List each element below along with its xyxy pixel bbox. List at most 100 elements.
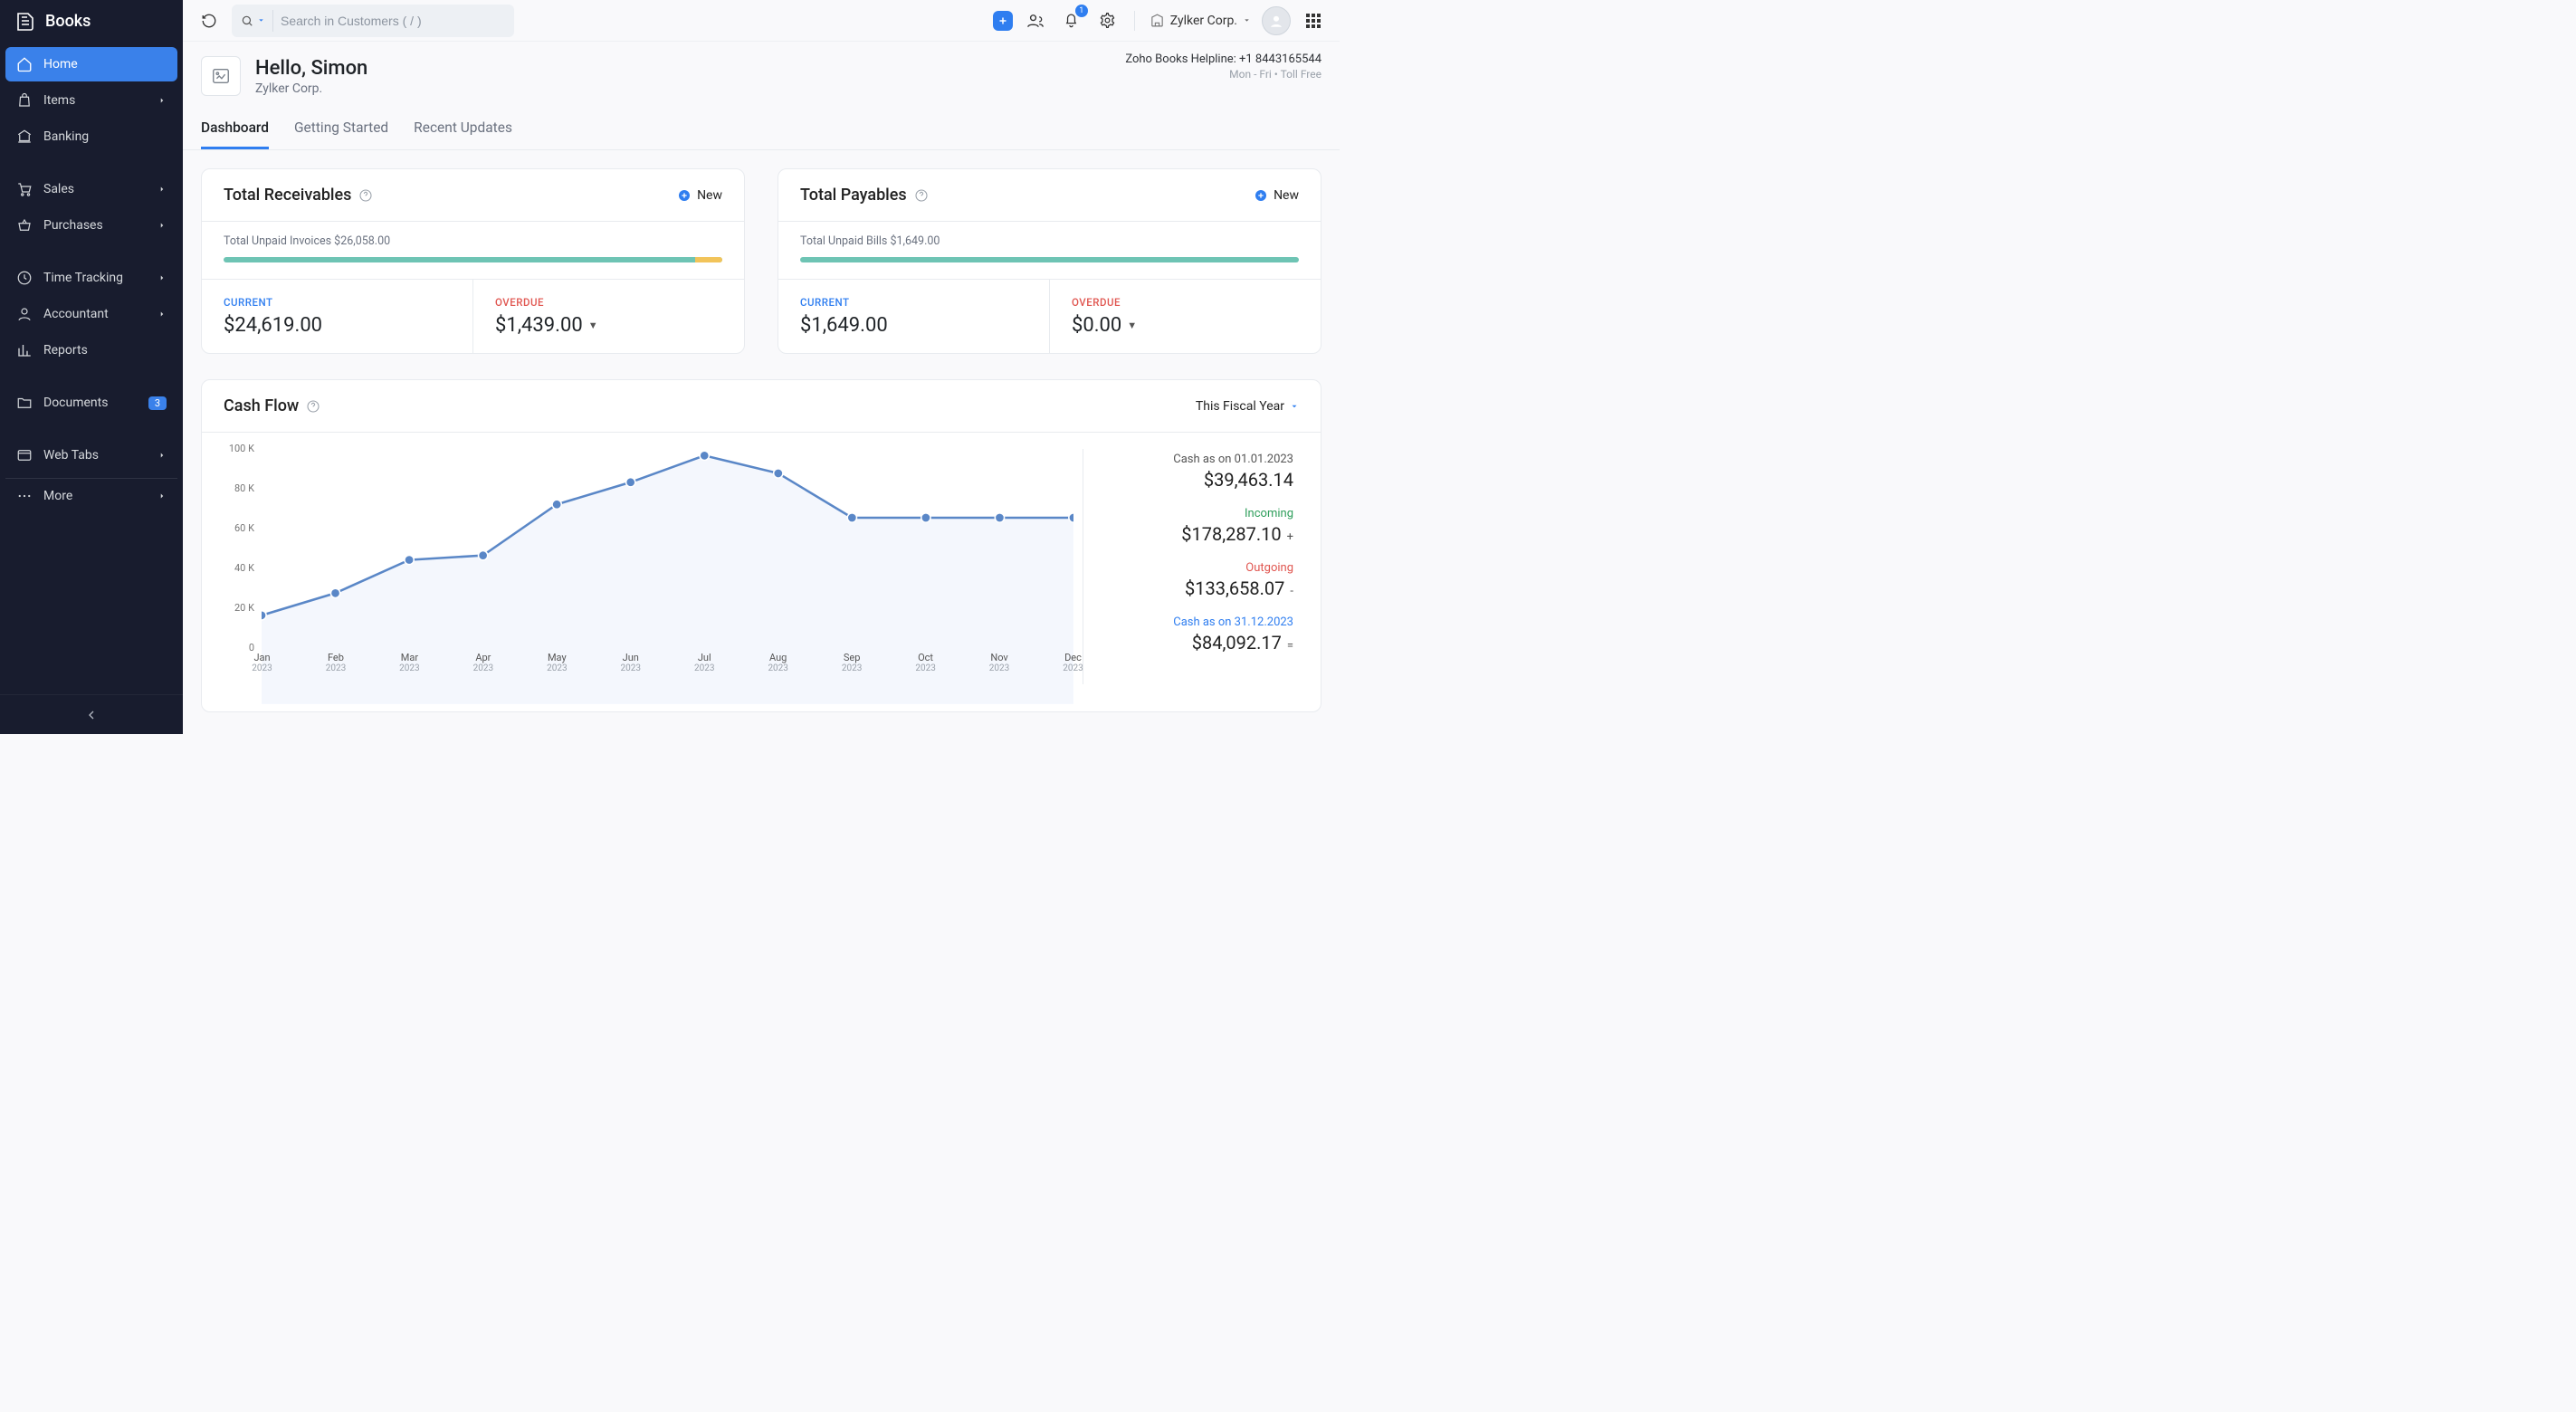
- receivables-current-value: $24,619.00: [224, 314, 451, 337]
- helpline-hours: Mon - Fri • Toll Free: [1125, 68, 1321, 81]
- chart-icon: [16, 342, 33, 358]
- payables-bar: [800, 257, 1299, 262]
- card-payables: Total Payables New Total Unpaid Bills $1…: [778, 168, 1321, 354]
- chevron-right-icon: [157, 185, 167, 194]
- search-bar[interactable]: [232, 5, 514, 37]
- help-icon[interactable]: [358, 188, 373, 203]
- greeting: Hello, Simon: [255, 57, 367, 80]
- sidebar-item-label: Web Tabs: [43, 448, 157, 463]
- clock-icon: [16, 270, 33, 286]
- sidebar-item-label: Banking: [43, 129, 167, 144]
- range-label: This Fiscal Year: [1196, 399, 1284, 414]
- sidebar-item-label: Reports: [43, 343, 167, 358]
- folder-icon: [16, 395, 33, 411]
- tab-dashboard[interactable]: Dashboard: [201, 119, 269, 149]
- current-label: CURRENT: [800, 296, 1027, 309]
- user-avatar[interactable]: [1262, 6, 1291, 35]
- card-title: Total Payables: [800, 186, 907, 205]
- cash-start-value: $39,463.14: [1100, 469, 1293, 491]
- avatar-icon: [1268, 13, 1284, 29]
- helpline: Zoho Books Helpline: +1 8443165544 Mon -…: [1125, 52, 1321, 81]
- brand[interactable]: Books: [0, 0, 183, 42]
- sidebar-item-label: Accountant: [43, 307, 157, 321]
- overdue-label: OVERDUE: [495, 296, 722, 309]
- sidebar-item-label: Purchases: [43, 218, 157, 233]
- sidebar-item-time-tracking[interactable]: Time Tracking: [5, 261, 177, 295]
- receivables-new-button[interactable]: New: [677, 188, 722, 203]
- logo-icon: [14, 10, 36, 32]
- chevron-down-icon: [1243, 16, 1251, 24]
- caret-down-icon: ▼: [1127, 320, 1137, 331]
- history-button[interactable]: [196, 7, 223, 34]
- greeting-org: Zylker Corp.: [255, 81, 367, 96]
- refer-button[interactable]: [1022, 7, 1049, 34]
- sidebar-item-sales[interactable]: Sales: [5, 172, 177, 206]
- sidebar-item-items[interactable]: Items: [5, 83, 177, 118]
- brand-name: Books: [45, 12, 91, 31]
- cart-icon: [16, 181, 33, 197]
- cash-out-label: Outgoing: [1100, 561, 1293, 575]
- search-input[interactable]: [273, 14, 514, 28]
- tab-recent-updates[interactable]: Recent Updates: [414, 119, 512, 149]
- sidebar-item-accountant[interactable]: Accountant: [5, 297, 177, 331]
- chevron-right-icon: [157, 310, 167, 319]
- apps-button[interactable]: [1300, 7, 1327, 34]
- payables-overdue-value[interactable]: $0.00▼: [1072, 314, 1299, 337]
- search-icon: [241, 14, 253, 27]
- search-scope[interactable]: [232, 10, 273, 32]
- settings-button[interactable]: [1094, 7, 1121, 34]
- building-icon: [1150, 13, 1165, 28]
- sidebar-item-more[interactable]: More: [5, 479, 177, 513]
- org-switcher[interactable]: Zylker Corp.: [1148, 9, 1253, 32]
- plus-circle-icon: [1254, 188, 1268, 203]
- notification-badge: 1: [1075, 5, 1088, 17]
- cash-out-value: $133,658.07: [1185, 577, 1284, 599]
- org-name: Zylker Corp.: [1170, 14, 1237, 28]
- sidebar-item-web-tabs[interactable]: Web Tabs: [5, 438, 177, 472]
- help-icon[interactable]: [306, 399, 320, 414]
- chevron-right-icon: [157, 451, 167, 460]
- window-icon: [16, 447, 33, 463]
- card-cash-flow: Cash Flow This Fiscal Year 100 K80 K60 K…: [201, 379, 1321, 712]
- receivables-overdue-value[interactable]: $1,439.00▼: [495, 314, 722, 337]
- quick-create-button[interactable]: [993, 11, 1013, 31]
- chevron-left-icon: [84, 708, 99, 722]
- plus-icon: [997, 15, 1008, 26]
- sidebar-item-home[interactable]: Home: [5, 47, 177, 81]
- more-icon: [16, 488, 33, 504]
- sidebar-item-label: Documents: [43, 396, 148, 410]
- sidebar-item-label: More: [43, 489, 157, 503]
- overdue-label: OVERDUE: [1072, 296, 1299, 309]
- sidebar-item-label: Home: [43, 57, 167, 72]
- chevron-right-icon: [157, 491, 167, 501]
- current-label: CURRENT: [224, 296, 451, 309]
- plus-circle-icon: [677, 188, 692, 203]
- basket-icon: [16, 217, 33, 234]
- cash-in-value: $178,287.10: [1181, 523, 1281, 545]
- bag-icon: [16, 92, 33, 109]
- apps-grid-icon: [1306, 14, 1321, 28]
- chevron-right-icon: [157, 96, 167, 105]
- receivables-bar: [224, 257, 722, 262]
- payables-new-button[interactable]: New: [1254, 188, 1299, 203]
- notifications-button[interactable]: 1: [1058, 7, 1085, 34]
- chevron-right-icon: [157, 221, 167, 230]
- documents-badge: 3: [148, 396, 167, 410]
- cash-flow-range[interactable]: This Fiscal Year: [1196, 399, 1299, 414]
- sidebar-item-label: Sales: [43, 182, 157, 196]
- cash-in-label: Incoming: [1100, 507, 1293, 520]
- help-icon[interactable]: [914, 188, 929, 203]
- org-logo-placeholder[interactable]: [201, 56, 241, 96]
- caret-down-icon: ▼: [588, 320, 598, 331]
- sidebar-item-reports[interactable]: Reports: [5, 333, 177, 367]
- sidebar-item-banking[interactable]: Banking: [5, 119, 177, 154]
- tab-getting-started[interactable]: Getting Started: [294, 119, 388, 149]
- chevron-down-icon: [257, 16, 265, 24]
- cash-end-value: $84,092.17: [1192, 632, 1282, 654]
- history-icon: [201, 13, 217, 29]
- helpline-text: Zoho Books Helpline: +1 8443165544: [1125, 52, 1321, 66]
- gear-icon: [1099, 12, 1116, 29]
- sidebar-item-purchases[interactable]: Purchases: [5, 208, 177, 243]
- sidebar-collapse[interactable]: [0, 694, 183, 734]
- sidebar-item-documents[interactable]: Documents 3: [5, 386, 177, 420]
